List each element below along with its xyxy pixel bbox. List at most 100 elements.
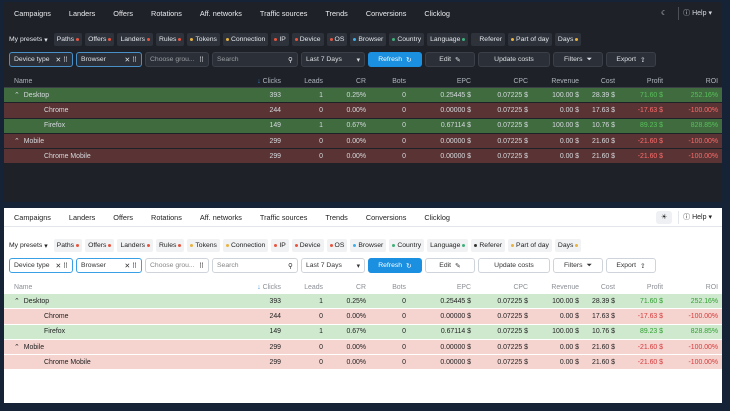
column-header-cost[interactable]: Cost: [579, 284, 615, 291]
nav-item-offers[interactable]: Offers: [113, 9, 133, 18]
preset-chip-part-of-day[interactable]: Part of day: [508, 239, 552, 252]
table-row[interactable]: Chrome Mobile 299 0 0.00% 0 0.00000 $ 0.07225 …: [4, 355, 722, 371]
refresh-button[interactable]: Refresh ↻: [368, 52, 422, 67]
preset-chip-device[interactable]: Device: [291, 239, 324, 252]
preset-chip-tokens[interactable]: Tokens: [187, 239, 220, 252]
drag-handle-icon[interactable]: ⠿: [199, 262, 204, 270]
column-header-name[interactable]: Name: [4, 284, 204, 291]
column-header-epc[interactable]: EPC: [406, 78, 471, 85]
preset-chip-landers[interactable]: Landers: [117, 33, 154, 46]
clear-icon[interactable]: ✕ ⠿: [124, 56, 137, 64]
column-header-cr[interactable]: CR: [323, 78, 366, 85]
help-button[interactable]: ⓘ Help ▾: [678, 6, 716, 20]
preset-chip-referer[interactable]: Referer: [471, 33, 506, 46]
preset-chip-browser[interactable]: Browser: [350, 33, 387, 46]
nav-item-conversions[interactable]: Conversions: [366, 9, 407, 18]
preset-chip-country[interactable]: Country: [389, 33, 425, 46]
nav-item-campaigns[interactable]: Campaigns: [14, 9, 51, 18]
preset-chip-ip[interactable]: IP: [271, 33, 289, 46]
column-header-clicks[interactable]: ↓ Clicks: [204, 78, 281, 85]
preset-chip-offers[interactable]: Offers: [85, 239, 115, 252]
nav-item-traffic-sources[interactable]: Traffic sources: [260, 213, 307, 222]
column-header-revenue[interactable]: Revenue: [528, 78, 579, 85]
export-button[interactable]: Export ⇪: [606, 52, 656, 67]
my-presets-dropdown[interactable]: My presets ▾: [9, 33, 51, 46]
edit-button[interactable]: Edit ✎: [425, 52, 475, 67]
preset-chip-connection[interactable]: Connection: [222, 239, 269, 252]
collapse-icon[interactable]: ⌃: [14, 343, 20, 351]
column-header-profit[interactable]: Profit: [615, 78, 663, 85]
nav-item-aff-networks[interactable]: Aff. networks: [200, 213, 242, 222]
update-costs-button[interactable]: Update costs: [478, 52, 550, 67]
table-row[interactable]: Firefox 149 1 0.67% 0 0.67114 $ 0.07225 $ 100.0…: [4, 118, 722, 134]
date-range-select[interactable]: Last 7 Days ▾: [301, 52, 365, 67]
preset-chip-os[interactable]: OS: [326, 239, 348, 252]
preset-chip-paths[interactable]: Paths: [53, 239, 83, 252]
preset-chip-days[interactable]: Days: [554, 33, 582, 46]
preset-chip-browser[interactable]: Browser: [350, 239, 387, 252]
column-header-cpc[interactable]: CPC: [471, 78, 528, 85]
table-row[interactable]: Firefox 149 1 0.67% 0 0.67114 $ 0.07225 $ 100.0…: [4, 324, 722, 340]
collapse-icon[interactable]: ⌃: [14, 297, 20, 305]
preset-chip-referer[interactable]: Referer: [471, 239, 506, 252]
group-select-1[interactable]: Device type ✕ ⠿: [9, 52, 73, 67]
nav-item-landers[interactable]: Landers: [69, 9, 95, 18]
clear-icon[interactable]: ✕ ⠿: [55, 262, 68, 270]
refresh-button[interactable]: Refresh ↻: [368, 258, 422, 273]
update-costs-button[interactable]: Update costs: [478, 258, 550, 273]
preset-chip-rules[interactable]: Rules: [156, 239, 185, 252]
nav-item-rotations[interactable]: Rotations: [151, 9, 182, 18]
preset-chip-country[interactable]: Country: [389, 239, 425, 252]
preset-chip-paths[interactable]: Paths: [53, 33, 83, 46]
nav-item-campaigns[interactable]: Campaigns: [14, 213, 51, 222]
column-header-profit[interactable]: Profit: [615, 284, 663, 291]
nav-item-aff-networks[interactable]: Aff. networks: [200, 9, 242, 18]
preset-chip-offers[interactable]: Offers: [85, 33, 115, 46]
table-row[interactable]: ⌃ Desktop 393 1 0.25% 0 0.25445 $ 0.07225 $ 100.…: [4, 294, 722, 310]
theme-toggle-icon[interactable]: ☾: [656, 7, 672, 20]
nav-item-conversions[interactable]: Conversions: [366, 213, 407, 222]
edit-button[interactable]: Edit ✎: [425, 258, 475, 273]
preset-chip-device[interactable]: Device: [291, 33, 324, 46]
column-header-bots[interactable]: Bots: [366, 284, 406, 291]
collapse-icon[interactable]: ⌃: [14, 137, 20, 145]
preset-chip-ip[interactable]: IP: [271, 239, 289, 252]
nav-item-rotations[interactable]: Rotations: [151, 213, 182, 222]
preset-chip-language[interactable]: Language: [427, 239, 469, 252]
group-select-3[interactable]: Choose grou... ⠿: [145, 258, 209, 273]
table-row[interactable]: Chrome 244 0 0.00% 0 0.00000 $ 0.07225 $ 0.00 $…: [4, 309, 722, 325]
nav-item-trends[interactable]: Trends: [325, 9, 347, 18]
preset-chip-language[interactable]: Language: [427, 33, 469, 46]
column-header-roi[interactable]: ROI: [663, 284, 718, 291]
column-header-epc[interactable]: EPC: [406, 284, 471, 291]
filters-button[interactable]: Filters ⏷: [553, 52, 603, 67]
export-button[interactable]: Export ⇪: [606, 258, 656, 273]
preset-chip-connection[interactable]: Connection: [222, 33, 269, 46]
table-row[interactable]: Chrome 244 0 0.00% 0 0.00000 $ 0.07225 $ 0.00 $…: [4, 103, 722, 119]
table-row[interactable]: Chrome Mobile 299 0 0.00% 0 0.00000 $ 0.07225 …: [4, 149, 722, 165]
column-header-cr[interactable]: CR: [323, 284, 366, 291]
preset-chip-tokens[interactable]: Tokens: [187, 33, 220, 46]
group-select-1[interactable]: Device type ✕ ⠿: [9, 258, 73, 273]
group-select-2[interactable]: Browser ✕ ⠿: [76, 258, 142, 273]
search-input[interactable]: Search ⚲: [212, 258, 298, 273]
preset-chip-landers[interactable]: Landers: [117, 239, 154, 252]
date-range-select[interactable]: Last 7 Days ▾: [301, 258, 365, 273]
theme-toggle-icon[interactable]: ☀: [656, 210, 673, 224]
search-input[interactable]: Search ⚲: [212, 52, 298, 67]
nav-item-clicklog[interactable]: Clicklog: [424, 213, 450, 222]
table-row[interactable]: ⌃ Mobile 299 0 0.00% 0 0.00000 $ 0.07225 $ 0.00 …: [4, 133, 722, 150]
column-header-leads[interactable]: Leads: [281, 78, 323, 85]
column-header-bots[interactable]: Bots: [366, 78, 406, 85]
preset-chip-part-of-day[interactable]: Part of day: [508, 33, 552, 46]
nav-item-landers[interactable]: Landers: [69, 213, 95, 222]
group-select-3[interactable]: Choose grou... ⠿: [145, 52, 209, 67]
table-row[interactable]: ⌃ Mobile 299 0 0.00% 0 0.00000 $ 0.07225 $ 0.00 …: [4, 339, 722, 356]
column-header-clicks[interactable]: ↓ Clicks: [204, 284, 281, 291]
column-header-revenue[interactable]: Revenue: [528, 284, 579, 291]
group-select-2[interactable]: Browser ✕ ⠿: [76, 52, 142, 67]
preset-chip-os[interactable]: OS: [326, 33, 348, 46]
column-header-cost[interactable]: Cost: [579, 78, 615, 85]
nav-item-trends[interactable]: Trends: [325, 213, 347, 222]
nav-item-offers[interactable]: Offers: [113, 213, 133, 222]
